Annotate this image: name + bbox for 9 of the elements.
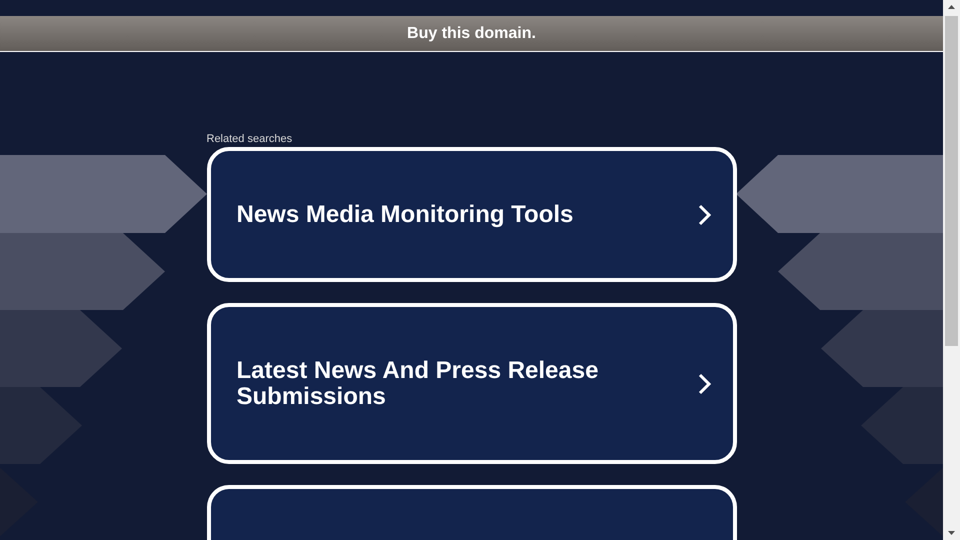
chevron-right-icon [698,372,710,394]
chevron-right-icon [698,204,710,226]
related-search-link[interactable]: Latest News And Press Release Submissions [206,303,736,464]
scrollbar-thumb[interactable] [945,16,958,346]
related-search-link[interactable] [206,485,736,540]
scrollbar[interactable] [943,0,960,540]
related-search-link[interactable]: News Media Monitoring Tools [206,147,736,282]
buy-domain-banner[interactable]: Buy this domain. [0,16,943,52]
section-heading: Related searches [206,132,294,147]
